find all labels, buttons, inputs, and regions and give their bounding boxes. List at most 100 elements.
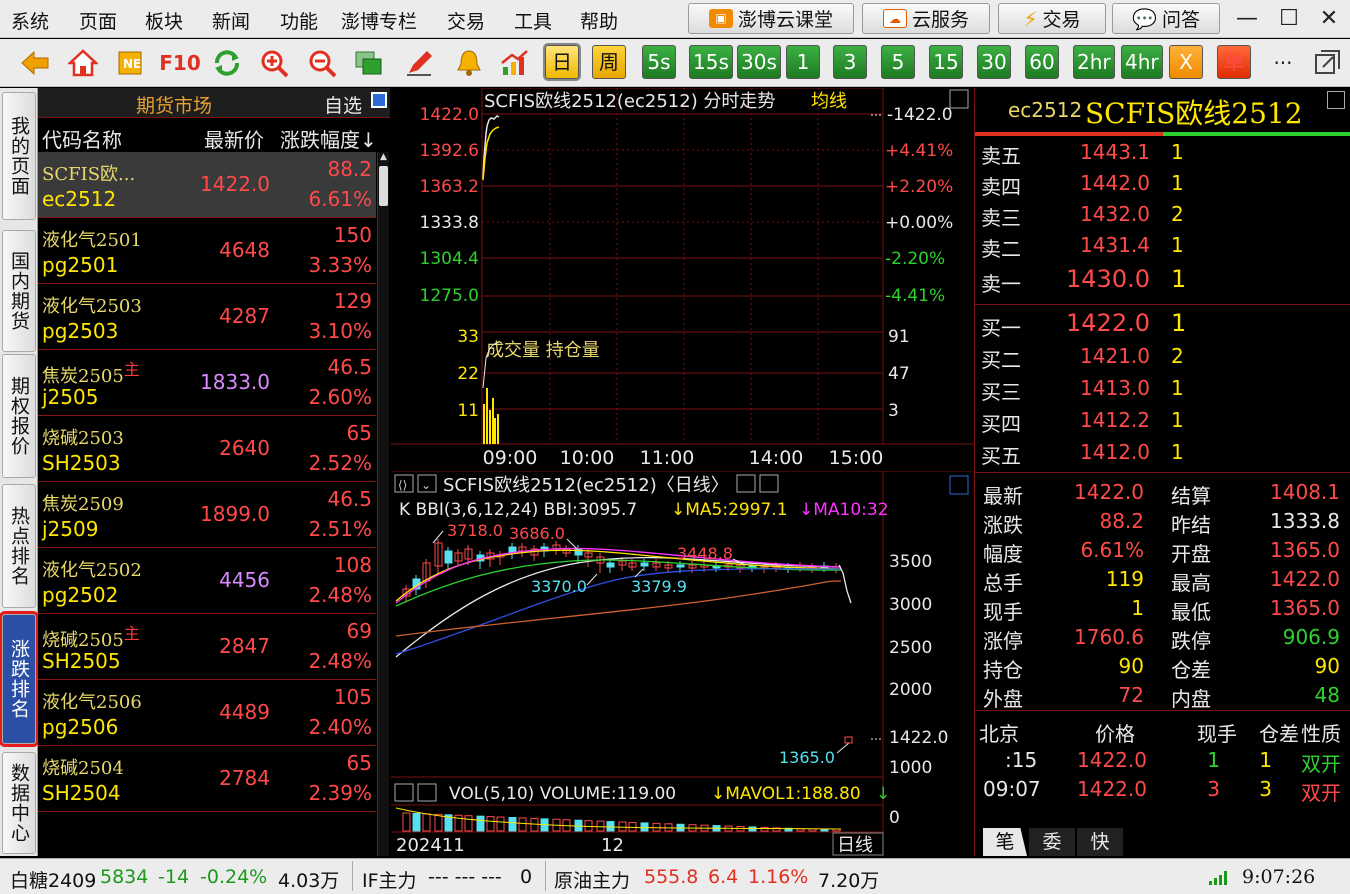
ticker-sugar-name[interactable]: 白糖2409 [10,866,96,893]
refresh-icon[interactable] [210,47,244,79]
period-30m-button[interactable]: 30 [977,45,1011,79]
period-3m-button[interactable]: 3 [833,45,867,79]
quote-row[interactable]: 烧碱2503 SH2503 2640 65 2.52% [38,416,376,482]
quote-row[interactable]: 液化气2506 pg2506 4489 105 2.40% [38,680,376,746]
menu-page[interactable]: 页面 [79,7,117,34]
menu-help[interactable]: 帮助 [580,7,618,34]
tab-data-center[interactable]: 数据中心 [2,752,36,854]
home-icon[interactable] [66,47,100,79]
tab-change-ranking[interactable]: 涨跌排名 [0,611,39,747]
minimize-icon[interactable]: — [1232,5,1262,33]
ask-price[interactable]: 1431.4 [1080,233,1150,257]
more-icon[interactable]: ··· [1266,47,1300,79]
quote-row[interactable]: SCFIS欧... ec2512 1422.0 88.2 6.61% [38,152,376,218]
bid-price[interactable]: 1412.0 [1080,440,1150,464]
period-x-button[interactable]: X [1169,45,1203,79]
period-4hr-button[interactable]: 4hr [1121,45,1163,79]
stat-value: 72 [1118,683,1144,707]
quote-row[interactable]: 液化气2501 pg2501 4648 150 3.33% [38,218,376,284]
quote-row[interactable]: 焦炭2505主 j2505 1833.0 46.5 2.60% [38,350,376,416]
stat-label: 开盘 [1171,542,1211,566]
cloud-service-button[interactable]: ☁ 云服务 [862,3,990,34]
tab-hot-ranking[interactable]: 热点排名 [2,484,36,608]
trade-button[interactable]: ⚡ 交易 [998,3,1106,34]
col-name-header[interactable]: 代码名称 [42,124,122,153]
bid-price[interactable]: 1421.0 [1080,344,1150,368]
scroll-up-icon[interactable]: ▲ [379,152,388,162]
tab-my-page[interactable]: 我的页面 [2,92,36,220]
tab-options-quotes[interactable]: 期权报价 [2,354,36,478]
col-last-header[interactable]: 最新价 [204,124,264,153]
tab-domestic-futures[interactable]: 国内期货 [2,230,36,352]
tab-ticks[interactable]: 笔 [983,828,1027,856]
alert-bell-icon[interactable] [452,47,486,79]
quote-last-price: 1899.0 [200,502,270,526]
ticker-crude-name[interactable]: 原油主力 [554,866,630,893]
scrollbar-thumb[interactable] [379,166,388,206]
kline-y-tick: 3500 [889,552,932,572]
qa-button[interactable]: 💬 问答 [1112,3,1220,34]
col-pct-header[interactable]: 涨跌幅度↓ [280,124,377,153]
ask-price[interactable]: 1443.1 [1080,140,1150,164]
intraday-chart[interactable]: SCFIS欧线2512(ec2512) 分时走势 均线 1422.0 1392.… [391,88,973,470]
bid-price[interactable]: 1412.2 [1080,408,1150,432]
close-icon[interactable]: ✕ [1314,5,1344,33]
period-15s-button[interactable]: 15s [689,45,733,79]
single-order-button[interactable]: 单 [1217,45,1251,79]
period-15m-button[interactable]: 15 [929,45,963,79]
instrument-settings-box[interactable] [1327,91,1345,109]
classroom-button[interactable]: ▣ 澎博云课堂 [688,3,854,34]
menu-sector[interactable]: 板块 [145,7,183,34]
quote-row[interactable]: 液化气2502 pg2502 4456 108 2.48% [38,548,376,614]
period-5m-button[interactable]: 5 [881,45,915,79]
period-5s-button[interactable]: 5s [642,45,676,79]
period-60m-button[interactable]: 60 [1025,45,1059,79]
tab-fast[interactable]: 快 [1077,828,1123,856]
maximize-icon[interactable]: ☐ [1274,5,1304,33]
tab-orders[interactable]: 委 [1029,828,1075,856]
kline-y-tick: 1000 [889,758,932,778]
menu-column[interactable]: 澎博专栏 [341,7,417,34]
quote-change: 46.5 [327,487,372,511]
windows-icon[interactable] [352,47,386,79]
menu-function[interactable]: 功能 [280,7,318,34]
menu-tools[interactable]: 工具 [514,7,552,34]
period-2hr-button[interactable]: 2hr [1073,45,1115,79]
menu-system[interactable]: 系统 [11,7,49,34]
ask-price[interactable]: 1432.0 [1080,202,1150,226]
quote-row[interactable]: 烧碱2504 SH2504 2784 65 2.39% [38,746,376,812]
zoom-out-icon[interactable] [305,47,339,79]
zoom-in-icon[interactable] [257,47,291,79]
trend-chart-icon[interactable] [498,47,532,79]
period-day-button[interactable]: 日 [543,43,581,81]
stat-value: 48 [1314,683,1340,707]
menu-trade[interactable]: 交易 [447,7,485,34]
candle [606,562,615,568]
period-30s-button[interactable]: 30s [737,45,781,79]
oi-tick: 91 [888,327,910,347]
watchlist-label[interactable]: 自选 [324,91,362,118]
menu-news[interactable]: 新闻 [212,7,250,34]
tick-col-header: 现手 [1197,722,1237,746]
period-1m-button[interactable]: 1 [786,45,820,79]
f10-button[interactable]: F10 [159,47,201,79]
quote-list-scrollbar[interactable]: ▲ [377,152,389,856]
notes-icon[interactable]: NE [113,47,147,79]
draw-pen-icon[interactable] [403,47,437,79]
quote-row[interactable]: 焦炭2509 j2509 1899.0 46.5 2.51% [38,482,376,548]
back-arrow-icon[interactable] [18,47,52,79]
stat-value: 6.61% [1080,538,1144,562]
restore-window-icon[interactable] [1310,47,1344,79]
ask-price[interactable]: 1430.0 [1066,265,1150,293]
bid-price[interactable]: 1413.0 [1080,376,1150,400]
period-label: 日线 [837,835,873,856]
quote-row[interactable]: 液化气2503 pg2503 4287 129 3.10% [38,284,376,350]
watchlist-checkbox[interactable] [371,92,387,108]
bid-price[interactable]: 1422.0 [1066,309,1150,337]
ask-price[interactable]: 1442.0 [1080,171,1150,195]
quote-change: 88.2 [327,157,372,181]
ticker-if-name[interactable]: IF主力 [362,866,417,893]
quote-row[interactable]: 烧碱2505主 SH2505 2847 69 2.48% [38,614,376,680]
daily-kline-chart[interactable]: ⟨⟩ ⌄ SCFIS欧线2512(ec2512)〈日线〉 K BBI(3,6,1… [391,471,973,856]
period-week-button[interactable]: 周 [592,45,626,79]
